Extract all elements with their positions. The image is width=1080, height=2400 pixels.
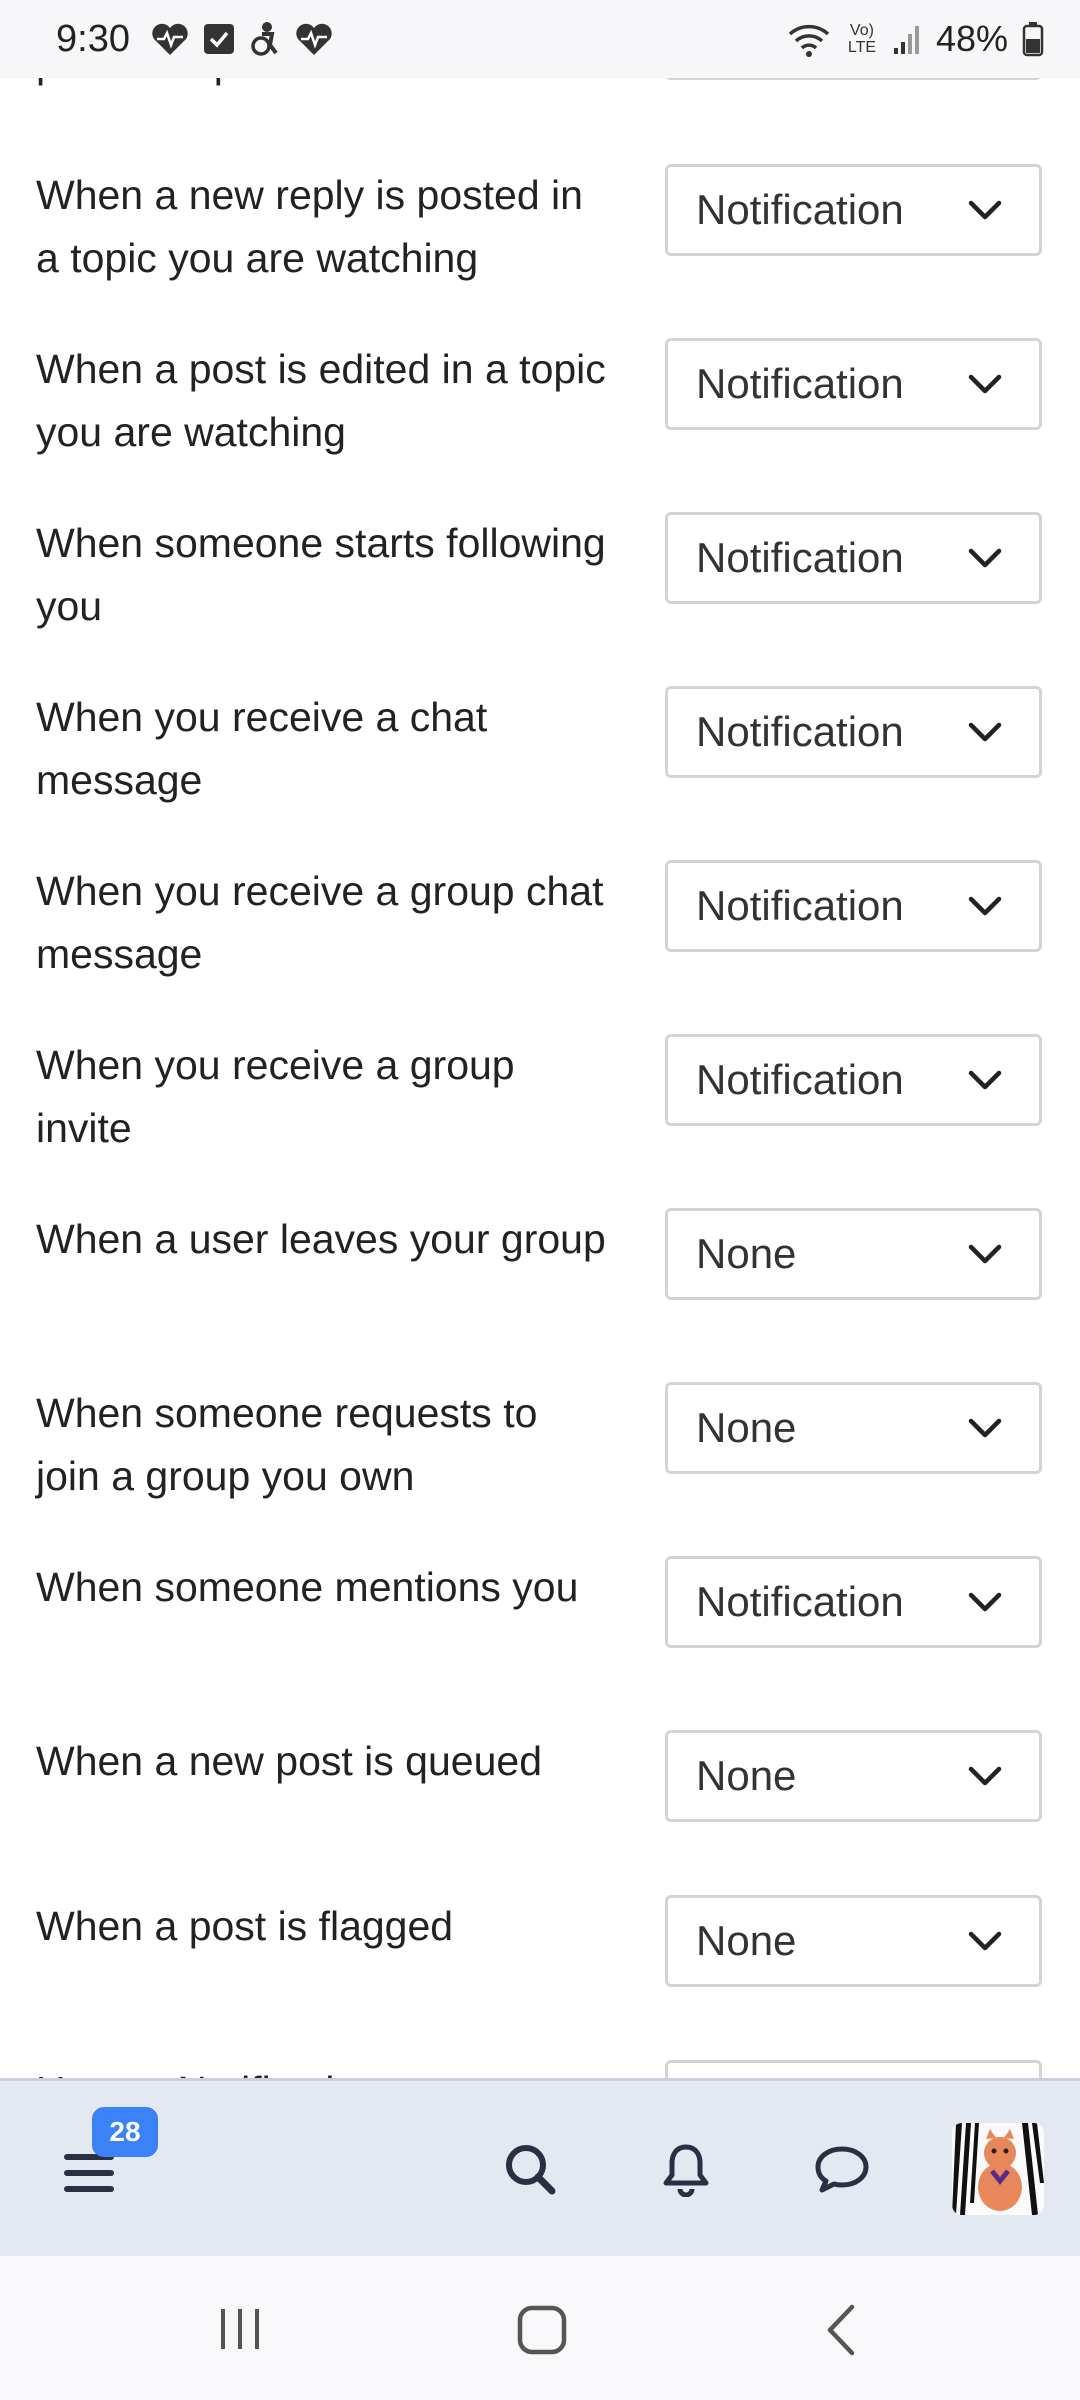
setting-label: When you receive a chat message: [36, 694, 488, 803]
setting-select[interactable]: Notification: [665, 338, 1042, 430]
setting-label: When a user leaves your group: [36, 1216, 606, 1262]
notifications-button[interactable]: [644, 2129, 728, 2213]
chevron-down-icon: [965, 538, 1005, 578]
setting-label: When you receive a group chat message: [36, 868, 604, 977]
status-time: 9:30: [56, 17, 130, 60]
battery-icon: [1022, 21, 1044, 57]
chevron-down-icon: [965, 190, 1005, 230]
accessibility-icon: [248, 21, 282, 57]
chevron-down-icon: [965, 712, 1005, 752]
chevron-down-icon: [965, 1234, 1005, 1274]
setting-select[interactable]: Notification: [665, 164, 1042, 256]
back-button[interactable]: [800, 2296, 884, 2368]
setting-select[interactable]: None: [665, 1382, 1042, 1474]
setting-select[interactable]: Notification: [665, 860, 1042, 952]
setting-label: When someone mentions you: [36, 1564, 579, 1610]
setting-select[interactable]: None: [665, 1730, 1042, 1822]
battery-percent: 48%: [935, 18, 1008, 59]
bell-icon: [660, 2141, 712, 2202]
select-value: Notification: [696, 360, 904, 407]
select-value: Notification: [696, 534, 904, 581]
setting-label: When a post is edited in a topic you are…: [36, 346, 606, 455]
chevron-down-icon: [965, 1921, 1005, 1961]
bottom-nav: 28: [0, 2078, 1080, 2256]
setting-label: When someone requests to join a group yo…: [36, 1390, 538, 1499]
back-icon: [822, 2303, 862, 2362]
chevron-down-icon: [965, 364, 1005, 404]
avatar[interactable]: [952, 2123, 1044, 2215]
chevron-down-icon: [965, 1060, 1005, 1100]
chevron-down-icon: [965, 1756, 1005, 1796]
recent-apps-icon: [215, 2305, 265, 2358]
select-value: None: [696, 1752, 797, 1799]
settings-list: posts a topic When a new reply is posted…: [0, 0, 1080, 2078]
health-heart-icon: [150, 21, 190, 57]
network-type-label: Vo) LTE: [847, 22, 877, 56]
setting-label: Upvote Notifications: [36, 2060, 606, 2078]
home-button[interactable]: [500, 2292, 584, 2372]
select-value: Notification: [696, 1578, 904, 1625]
recent-apps-button[interactable]: [198, 2296, 282, 2366]
select-value: None: [696, 1917, 797, 1964]
unread-count-badge: 28: [92, 2107, 158, 2157]
checkbox-icon: [202, 22, 236, 56]
setting-select[interactable]: None: [665, 1895, 1042, 1987]
select-value: Notification: [696, 882, 904, 929]
chevron-down-icon: [965, 886, 1005, 926]
chat-icon: [813, 2143, 871, 2200]
home-icon: [516, 2304, 568, 2361]
setting-label: When a post is flagged: [36, 1903, 454, 1949]
setting-label: When a new reply is posted in a topic yo…: [36, 172, 583, 281]
setting-label: When a new post is queued: [36, 1738, 542, 1784]
setting-label: When you receive a group invite: [36, 1042, 515, 1151]
chevron-down-icon: [965, 1582, 1005, 1622]
chat-button[interactable]: [800, 2129, 884, 2213]
select-value: None: [696, 1404, 797, 1451]
select-value: Notification: [696, 186, 904, 233]
select-value: Notification: [696, 708, 904, 755]
search-button[interactable]: [488, 2129, 572, 2213]
chevron-down-icon: [965, 1408, 1005, 1448]
search-icon: [502, 2141, 558, 2202]
setting-select[interactable]: Notification: [665, 1034, 1042, 1126]
system-nav-bar: [0, 2256, 1080, 2400]
status-bar: 9:30 Vo) LTE 48%: [0, 0, 1080, 78]
setting-label: When someone starts following you: [36, 520, 606, 629]
select-value: None: [696, 1230, 797, 1277]
setting-select[interactable]: Notification: [665, 512, 1042, 604]
setting-select[interactable]: Notification: [665, 686, 1042, 778]
signal-icon: [892, 22, 922, 56]
select-value: Notification: [696, 1056, 904, 1103]
setting-select[interactable]: None: [665, 1208, 1042, 1300]
wifi-icon: [786, 21, 832, 57]
health-heart-icon: [294, 21, 334, 57]
setting-select-partial[interactable]: [665, 2060, 1042, 2078]
setting-select[interactable]: Notification: [665, 1556, 1042, 1648]
